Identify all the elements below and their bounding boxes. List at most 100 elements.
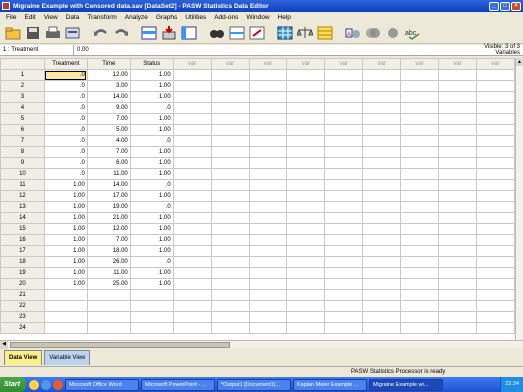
menu-data[interactable]: Data: [62, 14, 84, 21]
data-cell[interactable]: 1.00: [129, 223, 174, 235]
empty-cell[interactable]: [324, 223, 364, 235]
empty-cell[interactable]: [172, 113, 212, 125]
data-cell[interactable]: 7.00: [86, 234, 131, 246]
row-header[interactable]: 11: [0, 179, 45, 191]
data-cell[interactable]: 12.00: [86, 69, 131, 81]
empty-cell[interactable]: [172, 69, 212, 81]
empty-cell[interactable]: [475, 267, 515, 279]
row-header[interactable]: 16: [0, 234, 45, 246]
empty-cell[interactable]: [475, 223, 515, 235]
row-header[interactable]: 8: [0, 146, 45, 158]
empty-cell[interactable]: [438, 157, 477, 169]
data-cell[interactable]: [43, 289, 88, 301]
data-cell[interactable]: 19.00: [86, 201, 131, 213]
data-cell[interactable]: 1.00: [43, 190, 88, 202]
redo-icon[interactable]: [112, 24, 130, 42]
empty-cell[interactable]: [324, 245, 364, 257]
grid-corner[interactable]: [0, 58, 45, 70]
empty-cell[interactable]: [362, 91, 402, 103]
row-header[interactable]: 2: [0, 80, 45, 92]
empty-cell[interactable]: [286, 289, 326, 301]
column-header-var[interactable]: var: [362, 58, 402, 70]
data-cell[interactable]: [43, 311, 88, 323]
menu-addons[interactable]: Add-ons: [210, 14, 242, 21]
empty-cell[interactable]: [248, 278, 288, 290]
empty-cell[interactable]: [210, 168, 250, 180]
data-cell[interactable]: [86, 300, 131, 312]
column-header-var[interactable]: var: [286, 58, 326, 70]
data-cell[interactable]: 1.00: [129, 267, 174, 279]
empty-cell[interactable]: [248, 190, 288, 202]
empty-cell[interactable]: [475, 69, 515, 81]
empty-cell[interactable]: [248, 267, 288, 279]
undo-icon[interactable]: [92, 24, 110, 42]
empty-cell[interactable]: [324, 146, 364, 158]
data-cell[interactable]: .0: [43, 157, 88, 169]
menu-view[interactable]: View: [40, 14, 62, 21]
empty-cell[interactable]: [172, 168, 212, 180]
empty-cell[interactable]: [286, 201, 326, 213]
empty-cell[interactable]: [324, 289, 364, 301]
empty-cell[interactable]: [286, 190, 326, 202]
empty-cell[interactable]: [362, 234, 402, 246]
empty-cell[interactable]: [362, 322, 402, 334]
data-cell[interactable]: 1.00: [43, 256, 88, 268]
empty-cell[interactable]: [210, 124, 250, 136]
row-header[interactable]: 18: [0, 256, 45, 268]
empty-cell[interactable]: [324, 124, 364, 136]
column-header-status[interactable]: Status: [129, 58, 174, 70]
row-header[interactable]: 21: [0, 289, 45, 301]
insert-variable-icon[interactable]: [248, 24, 266, 42]
empty-cell[interactable]: [248, 223, 288, 235]
empty-cell[interactable]: [210, 91, 250, 103]
row-header[interactable]: 13: [0, 201, 45, 213]
empty-cell[interactable]: [475, 190, 515, 202]
data-cell[interactable]: 1.00: [43, 278, 88, 290]
empty-cell[interactable]: [362, 157, 402, 169]
empty-cell[interactable]: [475, 289, 515, 301]
empty-cell[interactable]: [475, 168, 515, 180]
empty-cell[interactable]: [324, 179, 364, 191]
empty-cell[interactable]: [248, 245, 288, 257]
menu-file[interactable]: File: [2, 14, 20, 21]
empty-cell[interactable]: [400, 146, 440, 158]
empty-cell[interactable]: [210, 223, 250, 235]
empty-cell[interactable]: [210, 322, 250, 334]
empty-cell[interactable]: [172, 234, 212, 246]
row-header[interactable]: 7: [0, 135, 45, 147]
row-header[interactable]: 23: [0, 311, 45, 323]
data-cell[interactable]: 1.00: [43, 267, 88, 279]
empty-cell[interactable]: [400, 124, 440, 136]
data-cell[interactable]: .0: [43, 102, 88, 114]
empty-cell[interactable]: [248, 256, 288, 268]
empty-cell[interactable]: [286, 91, 326, 103]
menu-analyze[interactable]: Analyze: [121, 14, 152, 21]
empty-cell[interactable]: [248, 102, 288, 114]
data-cell[interactable]: .0: [43, 80, 88, 92]
empty-cell[interactable]: [172, 146, 212, 158]
empty-cell[interactable]: [172, 124, 212, 136]
empty-cell[interactable]: [210, 245, 250, 257]
empty-cell[interactable]: [400, 289, 440, 301]
empty-cell[interactable]: [248, 201, 288, 213]
empty-cell[interactable]: [210, 300, 250, 312]
tab-data-view[interactable]: Data View: [4, 350, 43, 365]
find-icon[interactable]: [208, 24, 226, 42]
empty-cell[interactable]: [286, 300, 326, 312]
empty-cell[interactable]: [438, 91, 477, 103]
empty-cell[interactable]: [210, 113, 250, 125]
tab-variable-view[interactable]: Variable View: [44, 350, 91, 365]
empty-cell[interactable]: [362, 102, 402, 114]
cell-value-input[interactable]: 0.00: [74, 47, 461, 53]
empty-cell[interactable]: [475, 80, 515, 92]
empty-cell[interactable]: [438, 289, 477, 301]
data-cell[interactable]: 1.00: [129, 190, 174, 202]
empty-cell[interactable]: [362, 223, 402, 235]
close-button[interactable]: ×: [511, 1, 521, 11]
empty-cell[interactable]: [438, 267, 477, 279]
empty-cell[interactable]: [362, 212, 402, 224]
data-cell[interactable]: [43, 322, 88, 334]
data-cell[interactable]: 5.00: [86, 124, 131, 136]
data-cell[interactable]: 1.00: [43, 212, 88, 224]
data-cell[interactable]: 1.00: [129, 234, 174, 246]
